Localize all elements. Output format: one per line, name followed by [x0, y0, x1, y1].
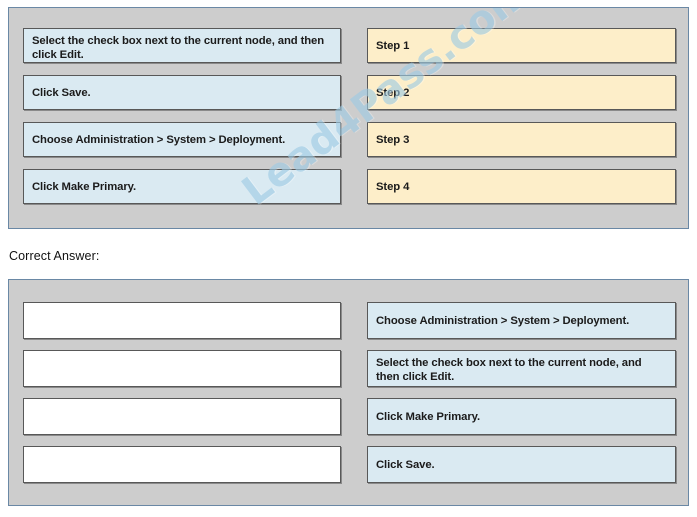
drag-item-label: Choose Administration > System > Deploym…	[32, 134, 286, 146]
question-source-column: Select the check box next to the current…	[23, 28, 341, 216]
drop-slot-step-1[interactable]: Step 1	[367, 28, 676, 63]
answer-panel: Choose Administration > System > Deploym…	[8, 279, 689, 506]
drop-slot-label: Step 3	[376, 134, 410, 146]
drop-slot-step-2[interactable]: Step 2	[367, 75, 676, 110]
empty-slot[interactable]	[23, 302, 341, 339]
answer-ordered-column: Choose Administration > System > Deploym…	[367, 302, 676, 494]
answer-item-step-4[interactable]: Click Save.	[367, 446, 676, 483]
drop-slot-label: Step 1	[376, 40, 410, 52]
answer-item-label: Choose Administration > System > Deploym…	[376, 315, 630, 327]
answer-item-label: Click Make Primary.	[376, 411, 481, 423]
drag-item[interactable]: Choose Administration > System > Deploym…	[23, 122, 341, 157]
empty-slot[interactable]	[23, 398, 341, 435]
question-target-column: Step 1 Step 2 Step 3 Step 4	[367, 28, 676, 216]
empty-slot[interactable]	[23, 350, 341, 387]
drop-slot-label: Step 4	[376, 181, 410, 193]
drop-slot-label: Step 2	[376, 87, 410, 99]
drag-item[interactable]: Select the check box next to the current…	[23, 28, 341, 63]
drag-item-label: Click Make Primary.	[32, 181, 137, 193]
drag-item[interactable]: Click Make Primary.	[23, 169, 341, 204]
correct-answer-label: Correct Answer:	[9, 249, 100, 263]
question-panel: Select the check box next to the current…	[8, 7, 689, 229]
answer-source-column	[23, 302, 341, 494]
answer-item-label: Click Save.	[376, 459, 435, 471]
drag-item-label: Select the check box next to the current…	[32, 35, 325, 61]
drag-item-label: Click Save.	[32, 87, 91, 99]
drag-item[interactable]: Click Save.	[23, 75, 341, 110]
answer-item-step-2[interactable]: Select the check box next to the current…	[367, 350, 676, 387]
drop-slot-step-4[interactable]: Step 4	[367, 169, 676, 204]
empty-slot[interactable]	[23, 446, 341, 483]
answer-item-step-3[interactable]: Click Make Primary.	[367, 398, 676, 435]
answer-item-label: Select the check box next to the current…	[376, 357, 642, 383]
drop-slot-step-3[interactable]: Step 3	[367, 122, 676, 157]
answer-item-step-1[interactable]: Choose Administration > System > Deploym…	[367, 302, 676, 339]
